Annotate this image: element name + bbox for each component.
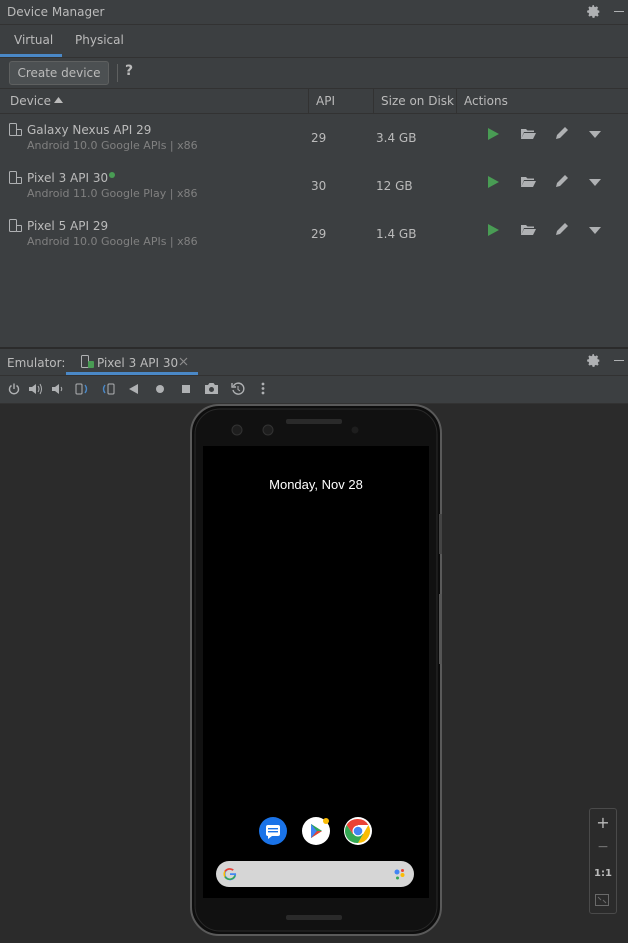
edit-pencil-icon[interactable] xyxy=(555,174,569,188)
emulator-minimize-icon[interactable] xyxy=(614,360,624,361)
play-icon[interactable] xyxy=(488,224,499,236)
folder-icon[interactable] xyxy=(521,128,536,140)
table-header xyxy=(0,89,628,114)
play-icon[interactable] xyxy=(488,128,499,140)
device-description: Android 11.0 Google Play | x86 xyxy=(27,187,198,200)
device-name: Pixel 5 API 29 xyxy=(27,219,109,233)
chrome-app-icon[interactable] xyxy=(343,816,373,846)
overview-icon[interactable] xyxy=(181,384,191,394)
device-api: 29 xyxy=(311,227,327,241)
table-row[interactable]: Pixel 3 API 30 Android 11.0 Google Play … xyxy=(0,162,628,210)
volume-up-icon[interactable] xyxy=(29,383,43,395)
device-phone-icon xyxy=(9,123,22,137)
column-separator xyxy=(308,89,309,113)
device-running-icon xyxy=(81,355,94,369)
google-search-bar[interactable] xyxy=(216,861,414,887)
device-name: Galaxy Nexus API 29 xyxy=(27,123,152,137)
chevron-down-icon[interactable] xyxy=(589,131,601,138)
device-phone-icon xyxy=(9,171,22,185)
chevron-down-icon[interactable] xyxy=(589,227,601,234)
device-api: 30 xyxy=(311,179,327,193)
column-separator xyxy=(373,89,374,113)
device-phone-icon xyxy=(9,219,22,233)
table-row[interactable]: Pixel 5 API 29 Android 10.0 Google APIs … xyxy=(0,210,628,258)
volume-down-icon[interactable] xyxy=(52,383,64,395)
emulator-tab[interactable]: Pixel 3 API 30 xyxy=(97,356,178,370)
column-api[interactable]: API xyxy=(316,94,335,108)
chevron-down-icon[interactable] xyxy=(589,179,601,186)
zoom-actual-size-button[interactable]: 1:1 xyxy=(590,868,616,879)
rotate-left-icon[interactable] xyxy=(75,382,89,396)
google-g-icon xyxy=(223,867,237,881)
column-separator xyxy=(456,89,457,113)
home-icon[interactable] xyxy=(155,384,165,394)
play-icon[interactable] xyxy=(488,176,499,188)
emulator-toolbar xyxy=(0,376,628,404)
window-title: Device Manager xyxy=(7,5,105,19)
device-api: 29 xyxy=(311,131,327,145)
more-options-icon[interactable] xyxy=(261,382,265,395)
table-row[interactable]: Galaxy Nexus API 29 Android 10.0 Google … xyxy=(0,114,628,162)
create-device-button[interactable]: Create device xyxy=(9,61,109,85)
minimize-icon[interactable] xyxy=(614,11,624,12)
online-status-dot xyxy=(109,172,115,178)
tab-virtual[interactable]: Virtual xyxy=(14,33,53,47)
edit-pencil-icon[interactable] xyxy=(555,222,569,236)
messages-app-icon[interactable] xyxy=(258,816,288,846)
device-size: 1.4 GB xyxy=(376,227,417,241)
sort-ascending-icon xyxy=(54,97,63,103)
tab-selected-indicator xyxy=(0,54,62,57)
power-icon[interactable] xyxy=(8,383,20,395)
rotate-right-icon[interactable] xyxy=(101,382,115,396)
folder-icon[interactable] xyxy=(521,176,536,188)
column-size[interactable]: Size on Disk xyxy=(381,94,454,108)
device-size: 12 GB xyxy=(376,179,413,193)
tab-physical[interactable]: Physical xyxy=(75,33,124,47)
back-icon[interactable] xyxy=(129,384,138,394)
window-titlebar: Device Manager xyxy=(0,0,628,25)
zoom-out-button[interactable]: − xyxy=(590,839,616,855)
snapshot-restore-icon[interactable] xyxy=(231,382,245,396)
play-store-app-icon[interactable] xyxy=(301,816,331,846)
device-size: 3.4 GB xyxy=(376,131,417,145)
gear-icon[interactable] xyxy=(586,4,601,19)
emulator-tab-indicator xyxy=(66,372,198,375)
fit-screen-icon[interactable] xyxy=(595,894,609,906)
device-name: Pixel 3 API 30 xyxy=(27,171,109,185)
column-device[interactable]: Device xyxy=(10,94,51,108)
folder-icon[interactable] xyxy=(521,224,536,236)
help-button[interactable]: ? xyxy=(125,63,133,79)
toolbar-separator xyxy=(117,64,118,82)
device-description: Android 10.0 Google APIs | x86 xyxy=(27,139,198,152)
edit-pencil-icon[interactable] xyxy=(555,126,569,140)
lock-screen-date: Monday, Nov 28 xyxy=(269,477,363,492)
device-description: Android 10.0 Google APIs | x86 xyxy=(27,235,198,248)
zoom-in-button[interactable]: + xyxy=(590,813,616,832)
assistant-icon[interactable] xyxy=(393,867,407,881)
emulator-gear-icon[interactable] xyxy=(586,353,601,368)
camera-icon[interactable] xyxy=(204,382,219,395)
emulator-label: Emulator: xyxy=(7,356,66,370)
close-icon[interactable] xyxy=(179,357,188,366)
column-actions: Actions xyxy=(464,94,508,108)
